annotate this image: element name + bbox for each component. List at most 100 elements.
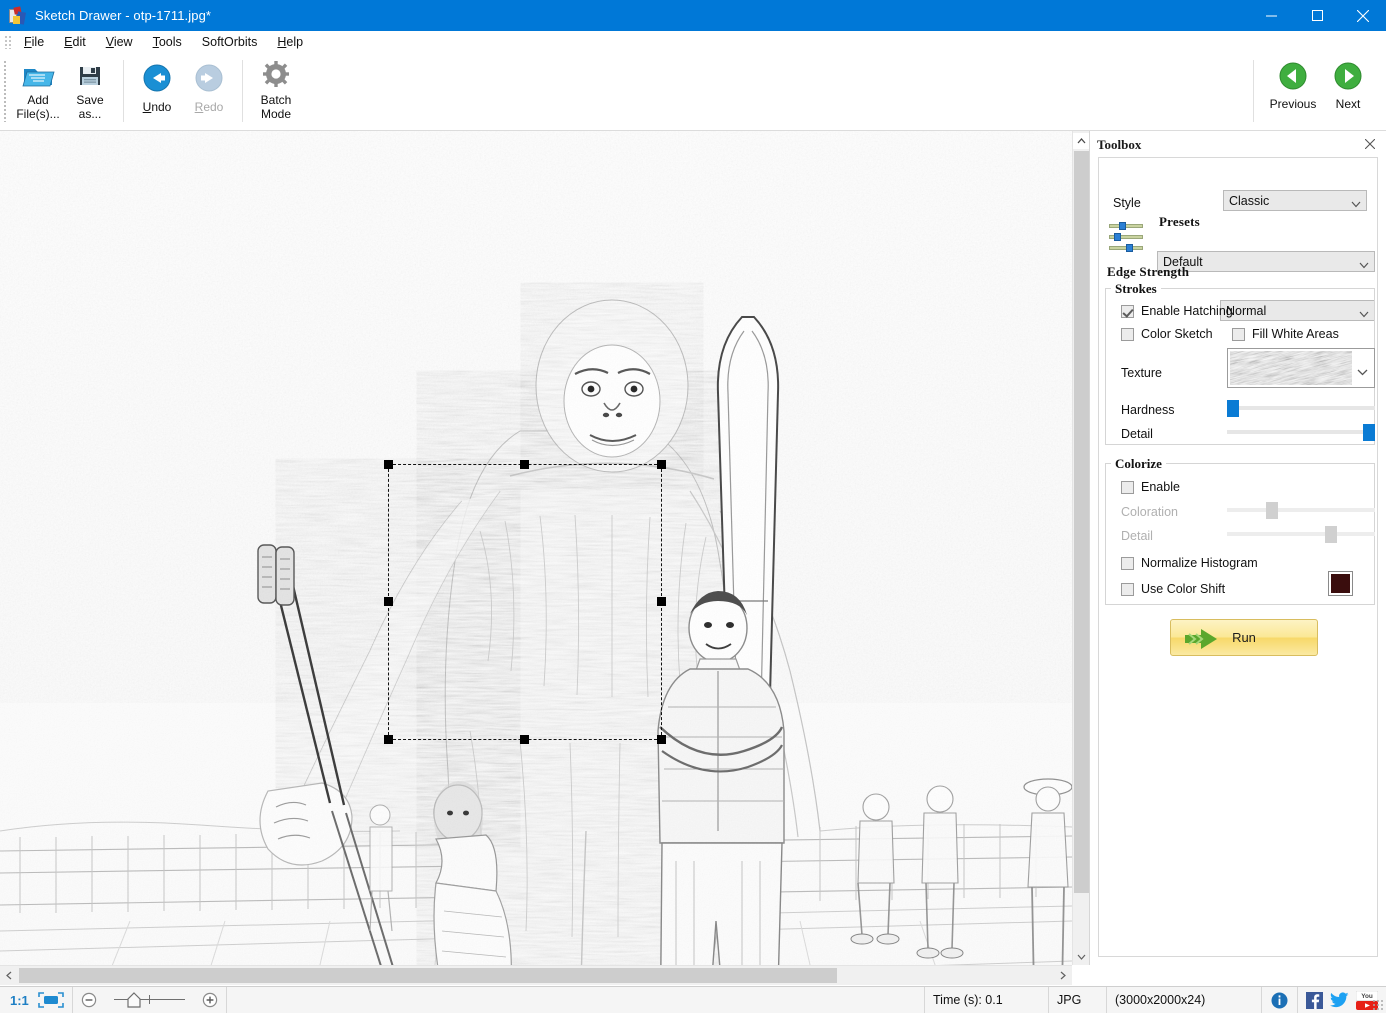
menu-file-label: ile — [31, 35, 45, 49]
floppy-disk-icon — [73, 60, 107, 90]
selection-marquee[interactable] — [384, 460, 666, 744]
vertical-scroll-thumb[interactable] — [1074, 151, 1089, 893]
use-color-shift-checkbox-box — [1121, 582, 1134, 596]
edge-strength-label: Edge Strength — [1107, 264, 1190, 279]
batch-mode-button[interactable]: Batch Mode — [250, 56, 302, 121]
toolbox-close-icon[interactable] — [1362, 136, 1378, 152]
zoom-ratio-label[interactable]: 1:1 — [10, 993, 29, 1008]
save-as-label-2: as... — [78, 107, 102, 121]
canvas-vertical-scrollbar[interactable] — [1072, 131, 1090, 965]
info-cell — [1262, 987, 1298, 1013]
texture-selector[interactable] — [1227, 348, 1375, 388]
colorize-detail-slider-track — [1227, 532, 1375, 536]
presets-select[interactable]: Default — [1157, 251, 1375, 272]
color-shift-swatch[interactable] — [1328, 571, 1353, 596]
stroke-detail-slider-thumb[interactable] — [1363, 424, 1375, 441]
fill-white-areas-checkbox[interactable]: Fill White Areas — [1232, 327, 1339, 341]
hardness-slider[interactable] — [1227, 400, 1375, 417]
save-as-button[interactable]: Save as... — [64, 56, 116, 121]
run-button-label: Run — [1232, 630, 1256, 645]
undo-arrow-icon — [140, 64, 174, 94]
selection-handle-w[interactable] — [384, 597, 393, 606]
presets-sliders-icon — [1109, 221, 1143, 255]
horizontal-scroll-thumb[interactable] — [19, 968, 837, 983]
zoom-slider[interactable] — [97, 990, 202, 1010]
texture-preview — [1230, 351, 1352, 385]
colorize-detail-label: Detail — [1121, 529, 1153, 543]
menu-softorbits[interactable]: SoftOrbits — [192, 32, 268, 52]
selection-handle-e[interactable] — [657, 597, 666, 606]
menu-edit[interactable]: Edit — [54, 32, 96, 52]
zoom-slider-thumb[interactable] — [127, 992, 141, 1011]
gear-icon — [259, 60, 293, 90]
zoom-in-button[interactable] — [202, 992, 218, 1008]
hardness-label: Hardness — [1121, 403, 1175, 417]
selection-handle-s[interactable] — [520, 735, 529, 744]
minimize-button[interactable] — [1248, 0, 1294, 31]
style-label: Style — [1113, 196, 1141, 210]
use-color-shift-label: Use Color Shift — [1141, 582, 1226, 596]
facebook-icon[interactable] — [1306, 991, 1323, 1009]
selection-handle-ne[interactable] — [657, 460, 666, 469]
image-canvas[interactable] — [0, 131, 1072, 965]
style-select[interactable]: Classic — [1223, 190, 1367, 211]
zoom-status-cell: 1:1 — [0, 987, 73, 1013]
color-sketch-checkbox[interactable]: Color Sketch — [1121, 327, 1213, 341]
toolbar-left-group: Add File(s)... Save as... Undo Redo Batc… — [12, 56, 302, 122]
toolbox-collapse-chevron-icon[interactable] — [1073, 133, 1089, 149]
toolbar-separator-3 — [1253, 60, 1254, 122]
selection-handle-n[interactable] — [520, 460, 529, 469]
window-title: Sketch Drawer - otp-1711.jpg* — [35, 8, 212, 23]
colorize-group-title: Colorize — [1111, 456, 1166, 472]
texture-chevron-down-icon[interactable] — [1357, 365, 1368, 379]
undo-label: ndo — [151, 100, 172, 114]
menu-file[interactable]: File — [14, 32, 54, 52]
window-resize-grip[interactable] — [1372, 999, 1384, 1011]
selection-handle-sw[interactable] — [384, 735, 393, 744]
colorize-enable-checkbox[interactable]: Enable — [1121, 480, 1180, 494]
scroll-down-chevron-icon[interactable] — [1073, 948, 1090, 965]
add-files-label-1: Add — [27, 93, 49, 107]
twitter-icon[interactable] — [1330, 992, 1349, 1008]
stroke-detail-slider-track — [1227, 430, 1375, 434]
status-spacer — [227, 987, 924, 1013]
colorize-detail-slider — [1227, 526, 1375, 543]
scroll-right-chevron-icon[interactable] — [1054, 966, 1072, 985]
stroke-detail-slider[interactable] — [1227, 424, 1375, 441]
canvas-horizontal-scrollbar[interactable] — [0, 965, 1072, 985]
coloration-slider — [1227, 502, 1375, 519]
zoom-out-button[interactable] — [81, 992, 97, 1008]
enable-hatching-checkbox[interactable]: Enable Hatching — [1121, 304, 1233, 318]
use-color-shift-checkbox[interactable]: Use Color Shift — [1121, 582, 1225, 596]
fit-to-screen-icon[interactable] — [37, 992, 64, 1008]
add-files-button[interactable]: Add File(s)... — [12, 56, 64, 121]
green-double-chevron-icon — [1183, 629, 1225, 652]
texture-label: Texture — [1121, 366, 1162, 380]
undo-button[interactable]: Undo — [131, 56, 183, 114]
colorize-detail-slider-thumb — [1325, 526, 1337, 543]
hardness-slider-track — [1227, 406, 1375, 410]
selection-handle-se[interactable] — [657, 735, 666, 744]
add-files-label-2: File(s)... — [16, 107, 60, 121]
enable-hatching-label: Enable Hatching — [1141, 304, 1233, 318]
app-logo-icon — [9, 5, 27, 25]
close-button[interactable] — [1340, 0, 1386, 31]
main-toolbar: Add File(s)... Save as... Undo Redo Batc… — [0, 54, 1386, 178]
menu-view[interactable]: View — [96, 32, 143, 52]
hardness-slider-thumb[interactable] — [1227, 400, 1239, 417]
time-status: Time (s): 0.1 — [924, 987, 1049, 1013]
batch-mode-label-1: Batch — [260, 93, 292, 107]
toolbox-panel: Toolbox Style Classic Presets Default Ed… — [1089, 131, 1386, 965]
previous-button[interactable]: Previous — [1264, 56, 1322, 111]
scroll-left-chevron-icon[interactable] — [0, 966, 18, 985]
run-button[interactable]: Run — [1170, 619, 1318, 656]
normalize-histogram-checkbox[interactable]: Normalize Histogram — [1121, 556, 1258, 570]
maximize-button[interactable] — [1294, 0, 1340, 31]
selection-handle-nw[interactable] — [384, 460, 393, 469]
info-icon[interactable] — [1271, 992, 1288, 1009]
status-bar: 1:1 Time (s): 0.1 JPG (3000x2000x24) You — [0, 986, 1386, 1013]
next-button[interactable]: Next — [1322, 56, 1374, 111]
menu-help[interactable]: Help — [267, 32, 313, 52]
menu-tools[interactable]: Tools — [143, 32, 192, 52]
coloration-slider-thumb — [1266, 502, 1278, 519]
